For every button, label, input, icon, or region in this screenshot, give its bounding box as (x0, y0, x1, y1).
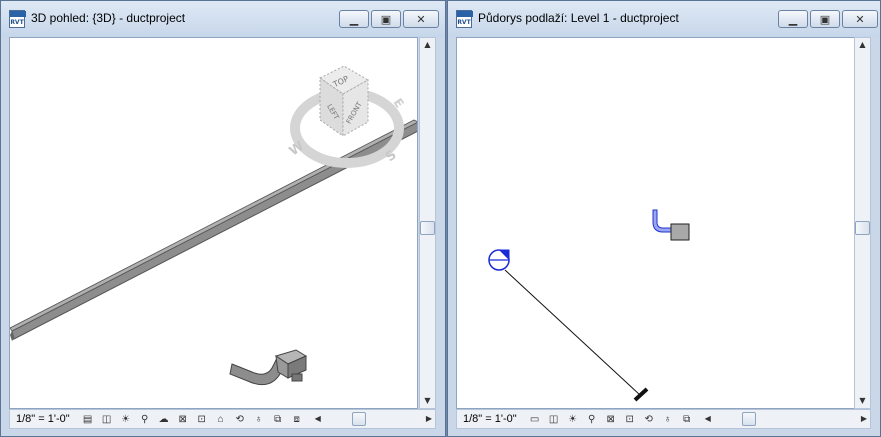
shadows-icon[interactable]: ⚲ (584, 412, 600, 426)
view-scale[interactable]: 1/8" = 1'-0" (457, 413, 527, 425)
shadows-icon[interactable]: ⚲ (137, 412, 153, 426)
window-3d-view[interactable]: RVT 3D pohled: {3D} - ductproject ▁ ▣ ✕ … (0, 0, 446, 437)
restore-icon: ▣ (819, 12, 831, 26)
visual-style-icon[interactable]: ◫ (546, 412, 562, 426)
horizontal-scrollbar-plan[interactable]: ◀ ▶ (702, 410, 870, 428)
minimize-icon: ▁ (349, 12, 359, 26)
scroll-up-icon[interactable]: ▲ (855, 38, 870, 52)
sun-path-icon[interactable]: ☀ (565, 412, 581, 426)
analytical-model-icon[interactable]: ⧉ (270, 412, 286, 426)
view-control-bar-3d: 1/8" = 1'-0" ▤ ◫ ☀ ⚲ ☁ ⊠ ⊡ ⌂ ⟲ ♁ ⧉ ⧈ ◀ ▶ (9, 409, 436, 429)
scroll-right-icon[interactable]: ▶ (423, 410, 435, 428)
reveal-hidden-icon[interactable]: ♁ (660, 412, 676, 426)
restore-button-plan[interactable]: ▣ (810, 10, 840, 28)
close-button-plan[interactable]: ✕ (842, 10, 878, 28)
model-canvas-plan[interactable] (457, 38, 857, 409)
temporary-hide-icon[interactable]: ⟲ (232, 412, 248, 426)
compass-s-label: S (383, 148, 400, 166)
scroll-thumb-3d[interactable] (420, 221, 435, 235)
crop-view-icon[interactable]: ⊠ (603, 412, 619, 426)
reveal-hidden-icon[interactable]: ♁ (251, 412, 267, 426)
viewport-plan[interactable] (456, 37, 857, 409)
revit-file-icon: RVT (9, 10, 26, 28)
title-bar-3d[interactable]: RVT 3D pohled: {3D} - ductproject ▁ ▣ ✕ (1, 1, 445, 37)
viewport-3d[interactable]: TOP LEFT FRONT W S E (9, 37, 418, 409)
minimize-button-3d[interactable]: ▁ (339, 10, 369, 28)
hscroll-thumb-plan[interactable] (741, 412, 756, 426)
restore-icon: ▣ (380, 12, 392, 26)
scroll-right-icon[interactable]: ▶ (858, 410, 870, 428)
section-line[interactable] (504, 269, 641, 396)
hscroll-thumb-3d[interactable] (351, 412, 366, 426)
restore-button-3d[interactable]: ▣ (371, 10, 401, 28)
crop-view-icon[interactable]: ⊠ (175, 412, 191, 426)
view-cube[interactable]: TOP LEFT FRONT W S E (287, 65, 407, 168)
window-title-3d: 3D pohled: {3D} - ductproject (31, 11, 186, 25)
horizontal-scrollbar-3d[interactable]: ◀ ▶ (312, 410, 435, 428)
minimize-icon: ▁ (788, 12, 798, 26)
section-marker[interactable] (488, 249, 510, 271)
analytical-model-icon[interactable]: ⧉ (679, 412, 695, 426)
scroll-thumb-plan[interactable] (855, 221, 870, 235)
revit-file-icon: RVT (456, 10, 473, 28)
close-icon: ✕ (416, 12, 426, 26)
duct-segment-top (10, 119, 417, 332)
detail-level-icon[interactable]: ▤ (80, 412, 96, 426)
sun-path-icon[interactable]: ☀ (118, 412, 134, 426)
lock-view-icon[interactable]: ⌂ (213, 412, 229, 426)
title-bar-plan[interactable]: RVT Půdorys podlaží: Level 1 - ductproje… (448, 1, 880, 37)
section-tail (633, 387, 649, 402)
scroll-up-icon[interactable]: ▲ (420, 38, 435, 52)
minimize-button-plan[interactable]: ▁ (778, 10, 808, 28)
scroll-left-icon[interactable]: ◀ (702, 410, 714, 428)
highlight-displacement-icon[interactable]: ⧈ (289, 412, 305, 426)
view-control-bar-plan: 1/8" = 1'-0" ▭ ◫ ☀ ⚲ ⊠ ⊡ ⟲ ♁ ⧉ ◀ ▶ (456, 409, 871, 429)
model-canvas-3d[interactable]: TOP LEFT FRONT W S E (10, 38, 418, 409)
close-button-3d[interactable]: ✕ (403, 10, 439, 28)
window-floor-plan[interactable]: RVT Půdorys podlaží: Level 1 - ductproje… (447, 0, 881, 437)
visual-style-icon[interactable]: ◫ (99, 412, 115, 426)
crop-region-icon[interactable]: ⊡ (622, 412, 638, 426)
view-scale[interactable]: 1/8" = 1'-0" (10, 413, 80, 425)
duct-elbow-plan[interactable] (652, 209, 690, 241)
scroll-down-icon[interactable]: ▼ (420, 394, 435, 408)
vertical-scrollbar-3d[interactable]: ▲ ▼ (419, 37, 436, 409)
detail-level-icon[interactable]: ▭ (527, 412, 543, 426)
scroll-left-icon[interactable]: ◀ (312, 410, 324, 428)
close-icon: ✕ (855, 12, 865, 26)
show-rendering-icon[interactable]: ☁ (156, 412, 172, 426)
scroll-down-icon[interactable]: ▼ (855, 394, 870, 408)
vertical-scrollbar-plan[interactable]: ▲ ▼ (854, 37, 871, 409)
duct-elbow-fitting[interactable] (229, 349, 308, 386)
duct-segment[interactable] (11, 121, 418, 340)
temporary-hide-icon[interactable]: ⟲ (641, 412, 657, 426)
crop-region-icon[interactable]: ⊡ (194, 412, 210, 426)
window-title-plan: Půdorys podlaží: Level 1 - ductproject (478, 11, 679, 25)
